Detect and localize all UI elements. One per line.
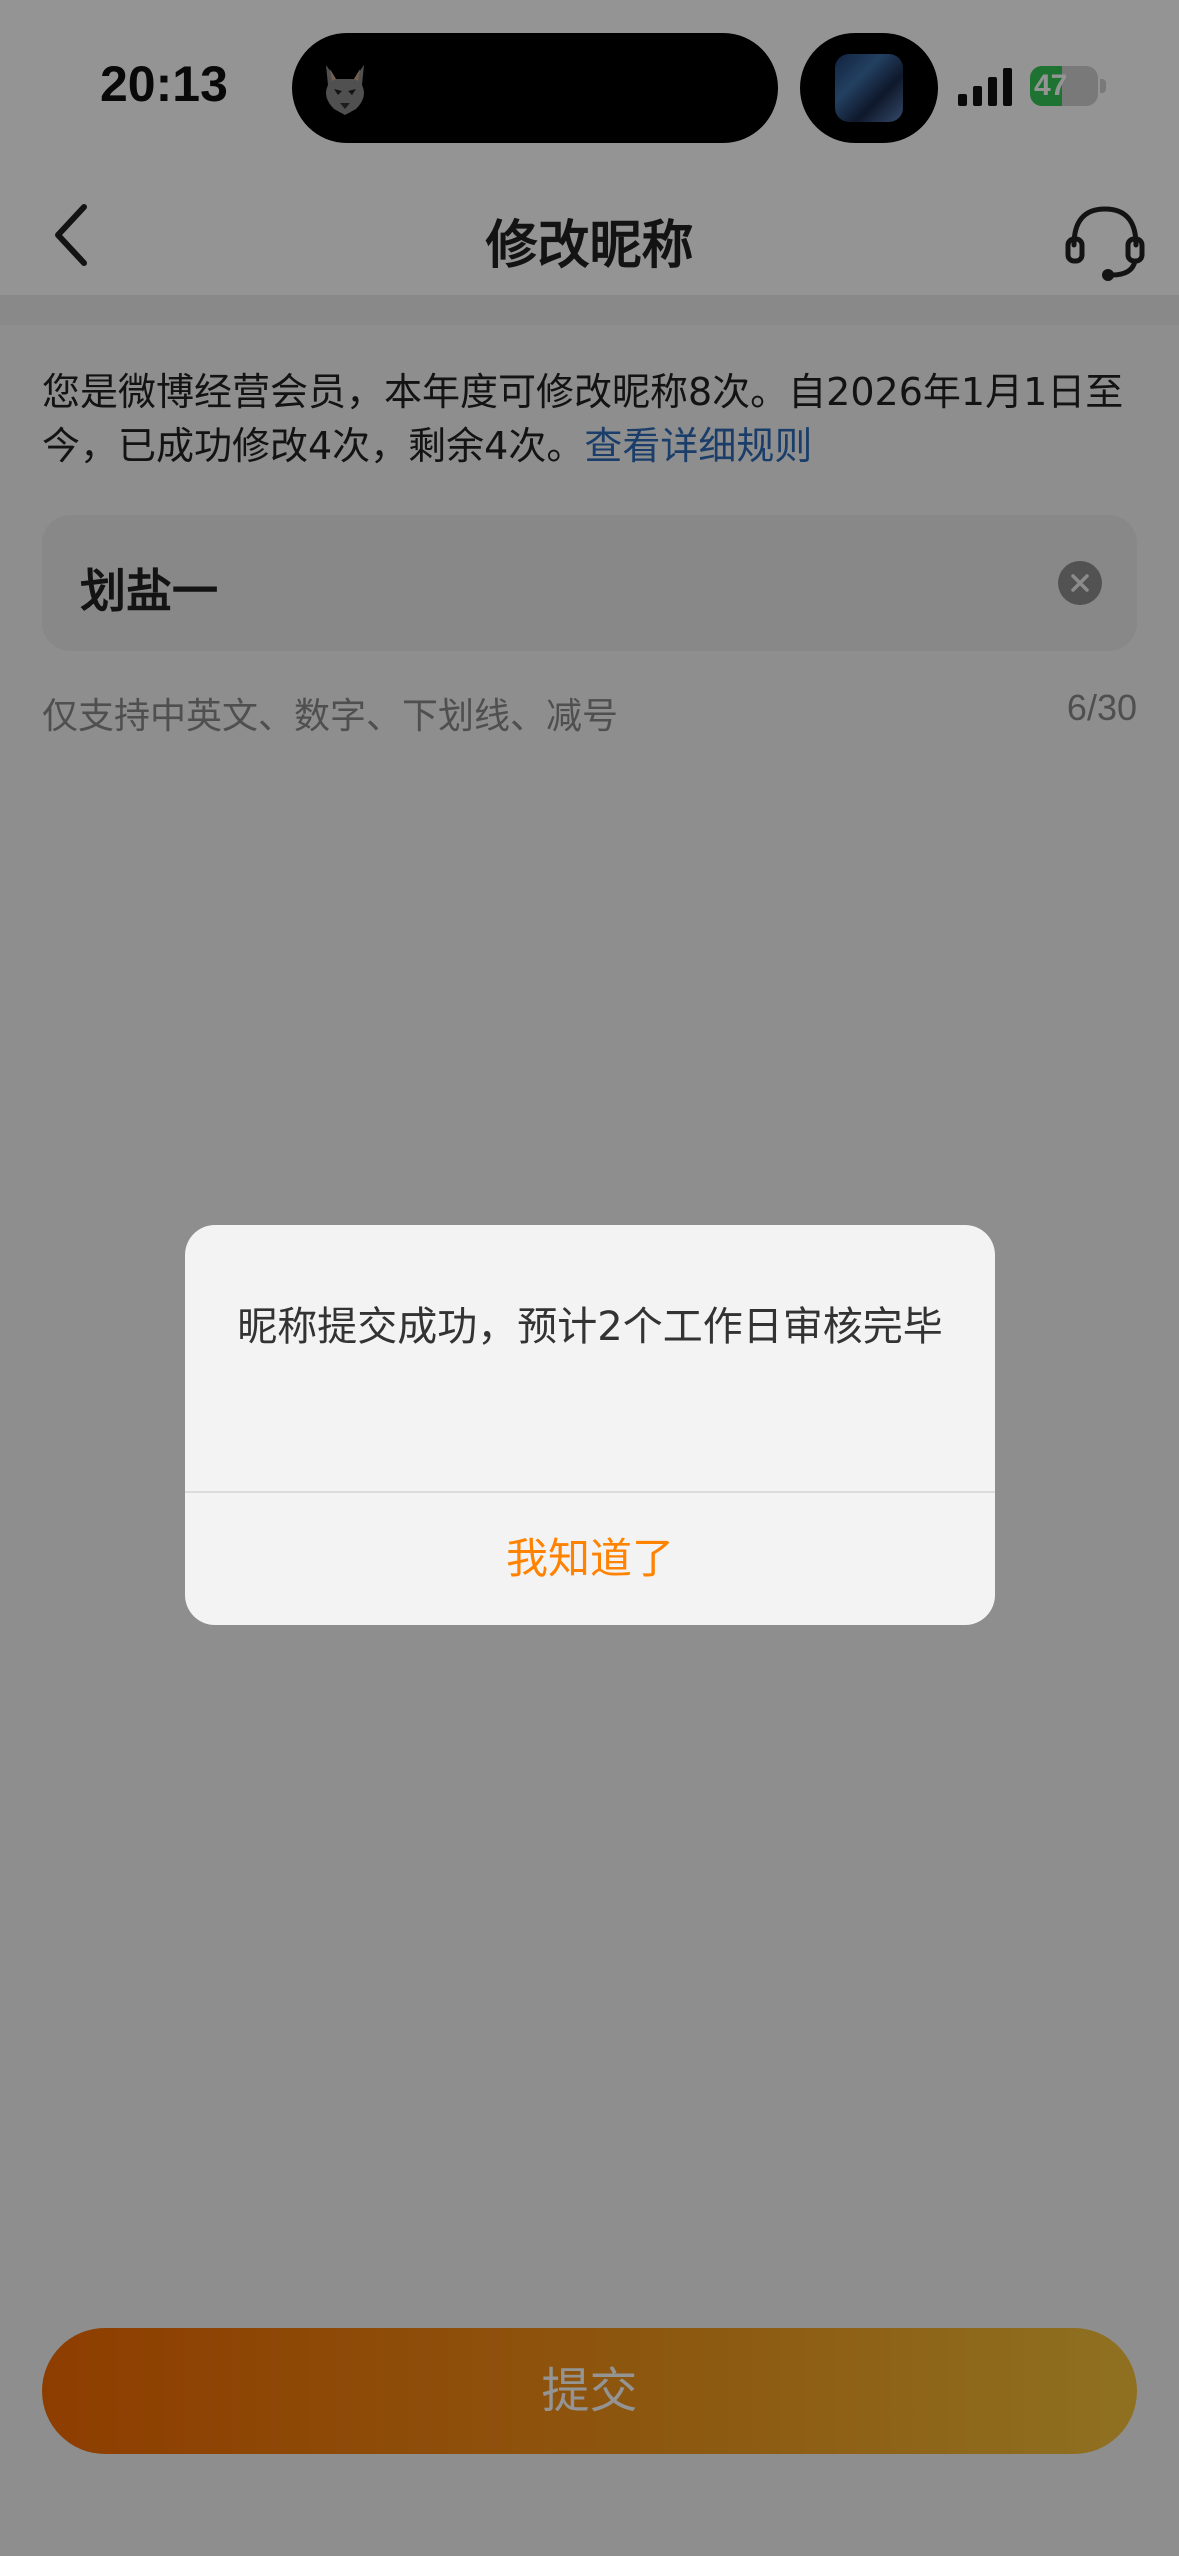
dialog-message: 昵称提交成功，预计2个工作日审核完毕	[237, 1304, 943, 1350]
dialog-confirm-button[interactable]: 我知道了	[185, 1493, 995, 1625]
success-dialog: 昵称提交成功，预计2个工作日审核完毕 我知道了	[185, 1225, 995, 1625]
